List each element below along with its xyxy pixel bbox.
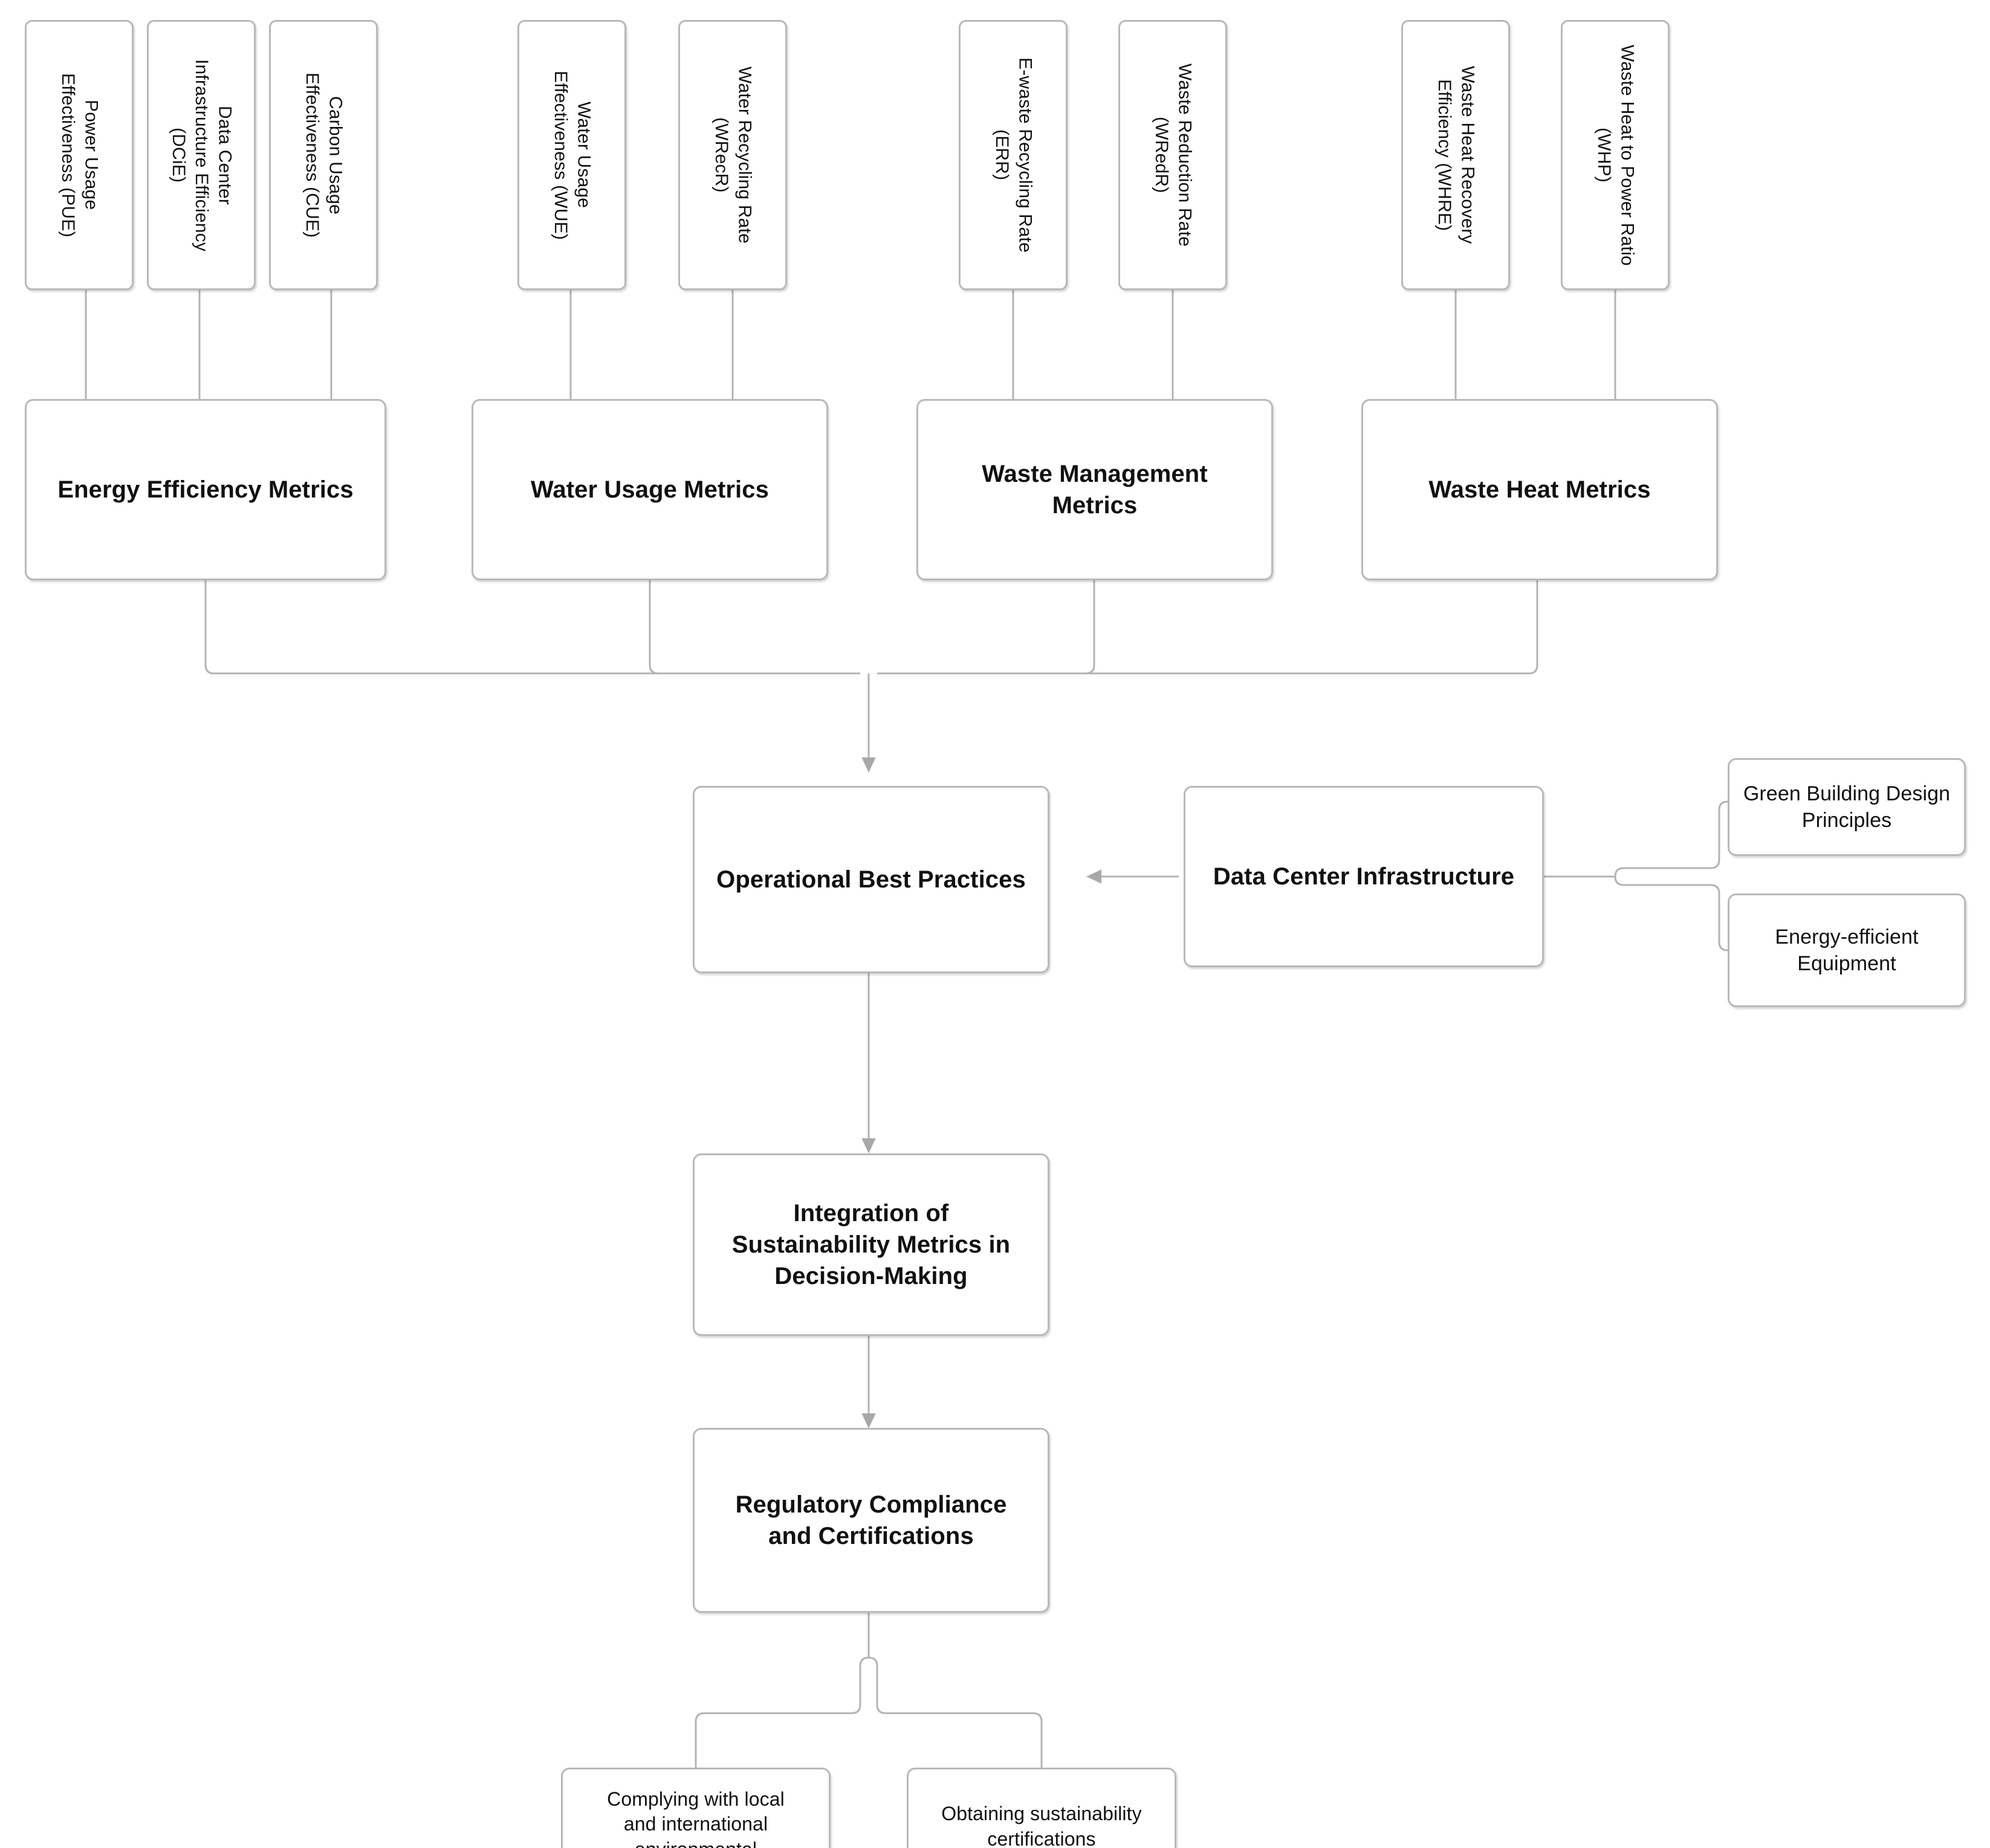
edge-heat-bus <box>877 580 1538 675</box>
edge-regulatory-comply <box>695 1656 870 1768</box>
metric-label-whp: Waste Heat to Power Ratio (WHP) <box>1594 44 1638 266</box>
spine-label-regulatory-compliance: Regulatory Compliance and Certifications <box>735 1491 1007 1549</box>
compliance-child-label-obtaining-certifications: Obtaining sustainability certifications <box>941 1803 1142 1848</box>
metric-label-wue: Water Usage Effectiveness (WUE) <box>551 70 594 240</box>
edge-energy-bus <box>204 580 860 675</box>
category-node-waste-heat-metrics[interactable]: Waste Heat Metrics <box>1361 399 1718 580</box>
edge-dci-eff-equipment <box>1614 875 1728 952</box>
infrastructure-child-label-energy-efficient-equipment: Energy-efficient Equipment <box>1775 925 1919 975</box>
metric-label-cue: Carbon Usage Effectiveness (CUE) <box>302 72 346 238</box>
category-label-water-usage-metrics: Water Usage Metrics <box>531 476 769 503</box>
metric-node-cue[interactable]: Carbon Usage Effectiveness (CUE) <box>269 20 378 290</box>
metric-node-wredr[interactable]: Waste Reduction Rate (WRedR) <box>1118 20 1227 290</box>
category-label-waste-management-metrics: Waste Management Metrics <box>982 461 1208 519</box>
edge-dci-green-design <box>1614 800 1728 878</box>
metric-label-dcie: Data Center Infrastructure Efficiency (D… <box>168 59 235 251</box>
metric-node-dcie[interactable]: Data Center Infrastructure Efficiency (D… <box>147 20 256 290</box>
compliance-child-complying-with-regulations[interactable]: Complying with local and international e… <box>561 1768 831 1848</box>
metric-node-wue[interactable]: Water Usage Effectiveness (WUE) <box>517 20 626 290</box>
category-label-energy-efficiency-metrics: Energy Efficiency Metrics <box>57 476 354 503</box>
edge-regulatory-certs <box>867 1656 1043 1768</box>
category-node-waste-management-metrics[interactable]: Waste Management Metrics <box>916 399 1273 580</box>
metric-node-err[interactable]: E-waste Recycling Rate (ERR) <box>959 20 1068 290</box>
edge-water-bus <box>649 580 860 675</box>
metric-label-wrecr: Water Recycling Rate (WRecR) <box>711 66 755 244</box>
infrastructure-child-energy-efficient-equipment[interactable]: Energy-efficient Equipment <box>1728 893 1966 1007</box>
metric-node-wrecr[interactable]: Water Recycling Rate (WRecR) <box>678 20 787 290</box>
spine-label-integration: Integration of Sustainability Metrics in… <box>731 1200 1011 1289</box>
compliance-child-obtaining-certifications[interactable]: Obtaining sustainability certifications <box>907 1768 1176 1848</box>
category-label-waste-heat-metrics: Waste Heat Metrics <box>1428 476 1651 503</box>
spine-node-regulatory-compliance[interactable]: Regulatory Compliance and Certifications <box>693 1428 1049 1613</box>
infrastructure-node-data-center-infrastructure[interactable]: Data Center Infrastructure <box>1184 786 1544 967</box>
infrastructure-label-data-center-infrastructure: Data Center Infrastructure <box>1213 863 1515 890</box>
flowchart-canvas: Power Usage Effectiveness (PUE) Data Cen… <box>0 0 1990 1848</box>
compliance-child-label-complying-with-regulations: Complying with local and international e… <box>607 1788 785 1848</box>
spine-node-integration[interactable]: Integration of Sustainability Metrics in… <box>693 1153 1049 1336</box>
infrastructure-child-green-building-design[interactable]: Green Building Design Principles <box>1728 758 1966 856</box>
infrastructure-child-label-green-building-design: Green Building Design Principles <box>1743 782 1951 832</box>
edge-waste-bus <box>877 580 1095 675</box>
spine-node-operational-best-practices[interactable]: Operational Best Practices <box>693 786 1049 973</box>
category-node-energy-efficiency-metrics[interactable]: Energy Efficiency Metrics <box>25 399 386 580</box>
metric-node-whre[interactable]: Waste Heat Recovery Efficiency (WHRE) <box>1401 20 1510 290</box>
spine-label-operational-best-practices: Operational Best Practices <box>716 866 1026 893</box>
metric-label-pue: Power Usage Effectiveness (PUE) <box>58 73 102 238</box>
metric-node-whp[interactable]: Waste Heat to Power Ratio (WHP) <box>1561 20 1670 290</box>
category-node-water-usage-metrics[interactable]: Water Usage Metrics <box>472 399 828 580</box>
metric-label-whre: Waste Heat Recovery Efficiency (WHRE) <box>1434 66 1478 244</box>
metric-node-pue[interactable]: Power Usage Effectiveness (PUE) <box>25 20 134 290</box>
metric-label-wredr: Waste Reduction Rate (WRedR) <box>1152 63 1195 247</box>
metric-label-err: E-waste Recycling Rate (ERR) <box>992 57 1036 253</box>
